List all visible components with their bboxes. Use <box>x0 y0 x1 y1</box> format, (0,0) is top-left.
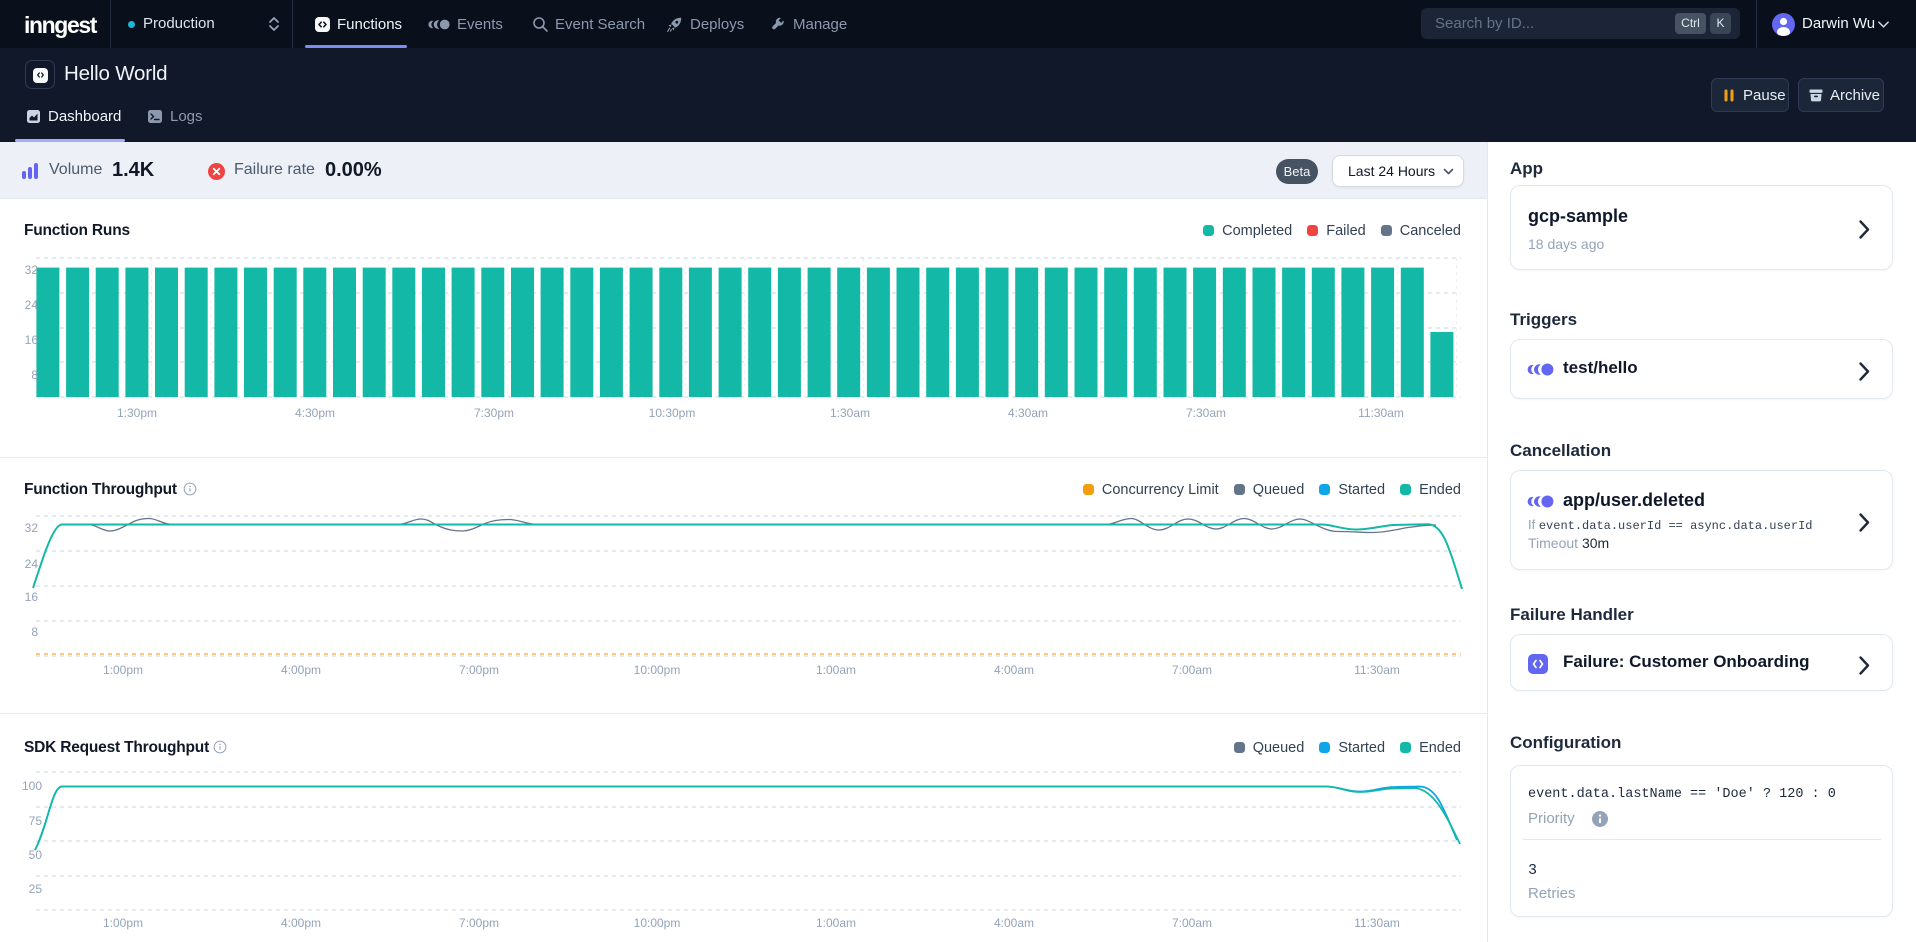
svg-text:1:00pm: 1:00pm <box>103 916 143 930</box>
svg-text:4:30pm: 4:30pm <box>295 406 335 420</box>
svg-text:4:00am: 4:00am <box>994 916 1034 930</box>
svg-text:4:00pm: 4:00pm <box>281 663 321 677</box>
svg-text:8: 8 <box>31 368 38 382</box>
svg-text:4:00pm: 4:00pm <box>281 916 321 930</box>
svg-text:4:00am: 4:00am <box>994 663 1034 677</box>
svg-text:1:30pm: 1:30pm <box>117 406 157 420</box>
svg-text:7:00am: 7:00am <box>1172 916 1212 930</box>
svg-text:11:30am: 11:30am <box>1358 406 1404 420</box>
svg-text:1:00am: 1:00am <box>816 663 856 677</box>
svg-text:100: 100 <box>22 779 42 793</box>
svg-text:7:00pm: 7:00pm <box>459 916 499 930</box>
svg-text:50: 50 <box>29 848 43 862</box>
svg-text:10:00pm: 10:00pm <box>634 663 681 677</box>
svg-text:7:30pm: 7:30pm <box>474 406 514 420</box>
svg-text:8: 8 <box>31 625 38 639</box>
svg-text:32: 32 <box>25 521 39 535</box>
svg-text:32: 32 <box>25 263 39 277</box>
svg-text:25: 25 <box>29 882 43 896</box>
svg-text:75: 75 <box>29 814 43 828</box>
svg-text:16: 16 <box>25 333 39 347</box>
svg-text:7:00pm: 7:00pm <box>459 663 499 677</box>
svg-text:16: 16 <box>25 590 39 604</box>
svg-text:10:00pm: 10:00pm <box>634 916 681 930</box>
svg-text:10:30pm: 10:30pm <box>649 406 696 420</box>
svg-text:24: 24 <box>25 298 39 312</box>
svg-text:11:30am: 11:30am <box>1354 663 1400 677</box>
svg-text:1:00pm: 1:00pm <box>103 663 143 677</box>
svg-text:24: 24 <box>25 557 39 571</box>
svg-text:7:30am: 7:30am <box>1186 406 1226 420</box>
svg-text:1:30am: 1:30am <box>830 406 870 420</box>
svg-text:1:00am: 1:00am <box>816 916 856 930</box>
svg-text:4:30am: 4:30am <box>1008 406 1048 420</box>
svg-text:11:30am: 11:30am <box>1354 916 1400 930</box>
svg-text:7:00am: 7:00am <box>1172 663 1212 677</box>
